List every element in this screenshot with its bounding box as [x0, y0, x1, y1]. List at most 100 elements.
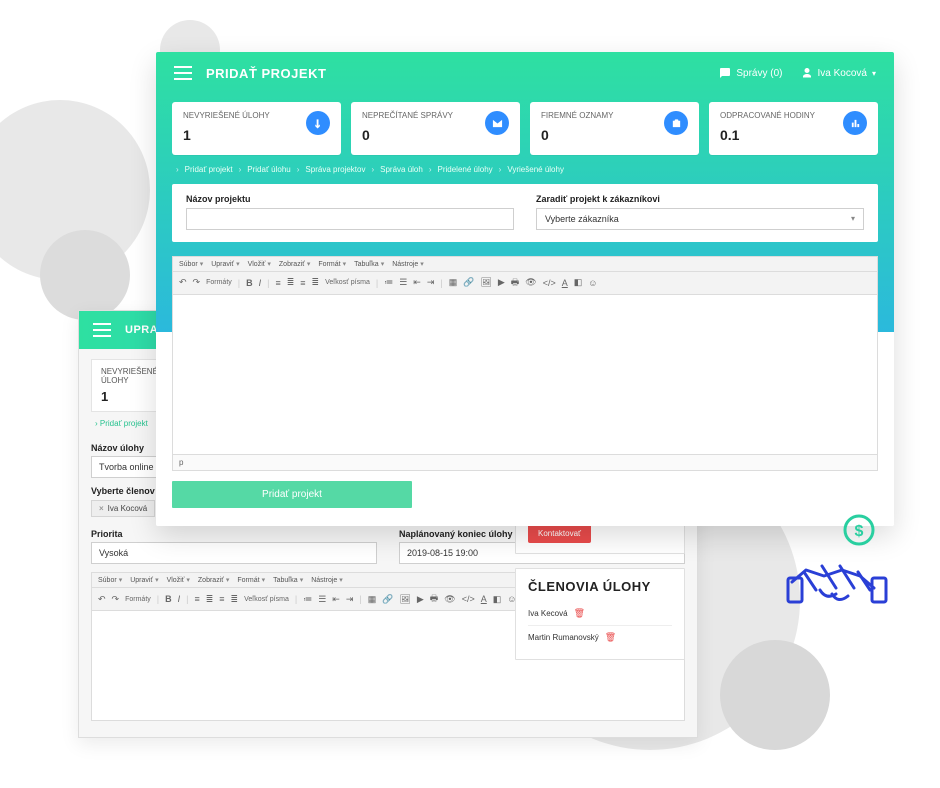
contact-button[interactable]: Kontaktovať — [528, 524, 591, 543]
stat-card-tasks[interactable]: NEVYRIEŠENÉ ÚLOHY1 — [172, 102, 341, 155]
bold-icon[interactable]: B — [165, 594, 172, 604]
code-icon[interactable]: </> — [543, 278, 556, 288]
front-window: PRIDAŤ PROJEKT Správy (0) Iva Kocová ▾ N… — [156, 52, 894, 526]
member-name: Iva Kecová — [528, 609, 568, 618]
bullet-list-icon[interactable]: ≔ — [303, 594, 312, 605]
rte-format-button[interactable]: Formáty — [206, 279, 232, 286]
text-color-icon[interactable]: A — [562, 278, 568, 288]
indent-icon[interactable]: ⇥ — [427, 277, 435, 288]
rte-menu-item[interactable]: Zobraziť — [198, 576, 229, 584]
breadcrumb-item[interactable]: Pridať projekt — [100, 419, 148, 428]
preview-icon[interactable]: 👁 — [444, 594, 455, 605]
user-name: Iva Kocová — [818, 68, 867, 79]
breadcrumb-item[interactable]: Správa úloh — [380, 165, 423, 174]
align-left-icon[interactable]: ≡ — [194, 594, 199, 604]
member-chip[interactable]: ×Iva Kocová — [91, 500, 155, 517]
rte-menu-item[interactable]: Tabuľka — [354, 260, 384, 268]
members-card: ČLENOVIA ÚLOHY Iva Kecová 🗑 Martin Ruman… — [515, 568, 685, 660]
media-icon[interactable]: ▶ — [417, 594, 424, 605]
align-justify-icon[interactable]: ≣ — [231, 594, 239, 605]
table-icon[interactable]: ▦ — [449, 277, 458, 288]
image-icon[interactable]: 🖼 — [480, 277, 491, 288]
code-icon[interactable]: </> — [462, 594, 475, 604]
trash-icon[interactable]: 🗑 — [605, 632, 616, 643]
italic-icon[interactable]: I — [178, 594, 181, 604]
print-icon[interactable]: 🖶 — [430, 591, 439, 607]
rte-menu-item[interactable]: Formát — [237, 576, 265, 584]
align-center-icon[interactable]: ≣ — [287, 277, 295, 288]
trash-icon[interactable]: 🗑 — [574, 608, 585, 619]
rte-format-button[interactable]: Formáty — [125, 596, 151, 603]
redo-icon[interactable]: ↷ — [112, 594, 120, 605]
breadcrumb-item[interactable]: Správa projektov — [305, 165, 365, 174]
align-right-icon[interactable]: ≡ — [300, 278, 305, 288]
redo-icon[interactable]: ↷ — [193, 277, 201, 288]
rte-menu-item[interactable]: Tabuľka — [273, 576, 303, 584]
emoji-icon[interactable]: ☺ — [588, 278, 597, 288]
align-right-icon[interactable]: ≡ — [219, 594, 224, 604]
messages-button[interactable]: Správy (0) — [719, 67, 782, 79]
rte-toolbar[interactable]: ↶ ↷ Formáty | B I | ≡ ≣ ≡ ≣ Veľkosť písm… — [172, 272, 878, 295]
menu-icon[interactable] — [93, 323, 111, 337]
outdent-icon[interactable]: ⇤ — [332, 594, 340, 605]
number-list-icon[interactable]: ☰ — [399, 277, 407, 288]
print-icon[interactable]: 🖶 — [511, 275, 520, 291]
breadcrumb-item[interactable]: Pridať úlohu — [247, 165, 290, 174]
stat-card-notices[interactable]: FIREMNÉ OZNAMY0 — [530, 102, 699, 155]
image-icon[interactable]: 🖼 — [399, 594, 410, 605]
rte-menu-item[interactable]: Súbor — [179, 260, 203, 268]
stats-row: NEVYRIEŠENÉ ÚLOHY1 NEPREČÍTANÉ SPRÁVY0 F… — [156, 94, 894, 155]
chevron-down-icon: ▾ — [851, 214, 855, 223]
breadcrumb-item[interactable]: Pridať projekt — [185, 165, 233, 174]
align-left-icon[interactable]: ≡ — [275, 278, 280, 288]
customer-select[interactable]: Vyberte zákazníka ▾ — [536, 208, 864, 230]
text-color-icon[interactable]: A — [481, 594, 487, 604]
bg-circle — [40, 230, 130, 320]
submit-button[interactable]: Pridať projekt — [172, 481, 412, 508]
handshake-icon: $ — [782, 512, 892, 627]
bg-color-icon[interactable]: ◧ — [493, 594, 502, 605]
undo-icon[interactable]: ↶ — [179, 277, 187, 288]
outdent-icon[interactable]: ⇤ — [413, 277, 421, 288]
priority-input[interactable] — [91, 542, 377, 564]
rte-fontsize-button[interactable]: Veľkosť písma — [325, 279, 370, 286]
breadcrumb-item[interactable]: Vyriešené úlohy — [507, 165, 564, 174]
rte-menu-item[interactable]: Formát — [318, 260, 346, 268]
rte-menu-item[interactable]: Nástroje — [392, 260, 424, 268]
rte-menubar[interactable]: Súbor Upraviť Vložiť Zobraziť Formát Tab… — [172, 256, 878, 272]
rte-menu-item[interactable]: Vložiť — [248, 260, 271, 268]
stat-value: 0 — [362, 126, 453, 144]
preview-icon[interactable]: 👁 — [525, 277, 536, 288]
rte-fontsize-button[interactable]: Veľkosť písma — [244, 596, 289, 603]
link-icon[interactable]: 🔗 — [382, 594, 393, 605]
number-list-icon[interactable]: ☰ — [318, 594, 326, 605]
rte-editor[interactable] — [172, 295, 878, 455]
member-row: Iva Kecová 🗑 — [528, 602, 672, 626]
menu-icon[interactable] — [174, 66, 192, 80]
align-justify-icon[interactable]: ≣ — [312, 277, 320, 288]
page-title: PRIDAŤ PROJEKT — [206, 66, 326, 81]
bg-circle — [720, 640, 830, 750]
rte-menu-item[interactable]: Upraviť — [211, 260, 239, 268]
rte-menu-item[interactable]: Súbor — [98, 576, 122, 584]
user-menu[interactable]: Iva Kocová ▾ — [801, 67, 877, 79]
media-icon[interactable]: ▶ — [498, 277, 505, 288]
bullet-list-icon[interactable]: ≔ — [384, 277, 393, 288]
project-name-input[interactable] — [186, 208, 514, 230]
rte-menu-item[interactable]: Zobraziť — [279, 260, 310, 268]
rte-menu-item[interactable]: Vložiť — [167, 576, 190, 584]
align-center-icon[interactable]: ≣ — [206, 594, 214, 605]
table-icon[interactable]: ▦ — [368, 594, 377, 605]
bg-color-icon[interactable]: ◧ — [574, 277, 583, 288]
italic-icon[interactable]: I — [259, 278, 262, 288]
breadcrumb-item[interactable]: Pridelené úlohy — [438, 165, 493, 174]
stat-card-hours[interactable]: ODPRACOVANÉ HODINY0.1 — [709, 102, 878, 155]
chip-remove-icon[interactable]: × — [99, 504, 104, 513]
indent-icon[interactable]: ⇥ — [346, 594, 354, 605]
undo-icon[interactable]: ↶ — [98, 594, 106, 605]
rte-menu-item[interactable]: Nástroje — [311, 576, 343, 584]
link-icon[interactable]: 🔗 — [463, 277, 474, 288]
rte-menu-item[interactable]: Upraviť — [130, 576, 158, 584]
stat-card-messages[interactable]: NEPREČÍTANÉ SPRÁVY0 — [351, 102, 520, 155]
bold-icon[interactable]: B — [246, 278, 253, 288]
